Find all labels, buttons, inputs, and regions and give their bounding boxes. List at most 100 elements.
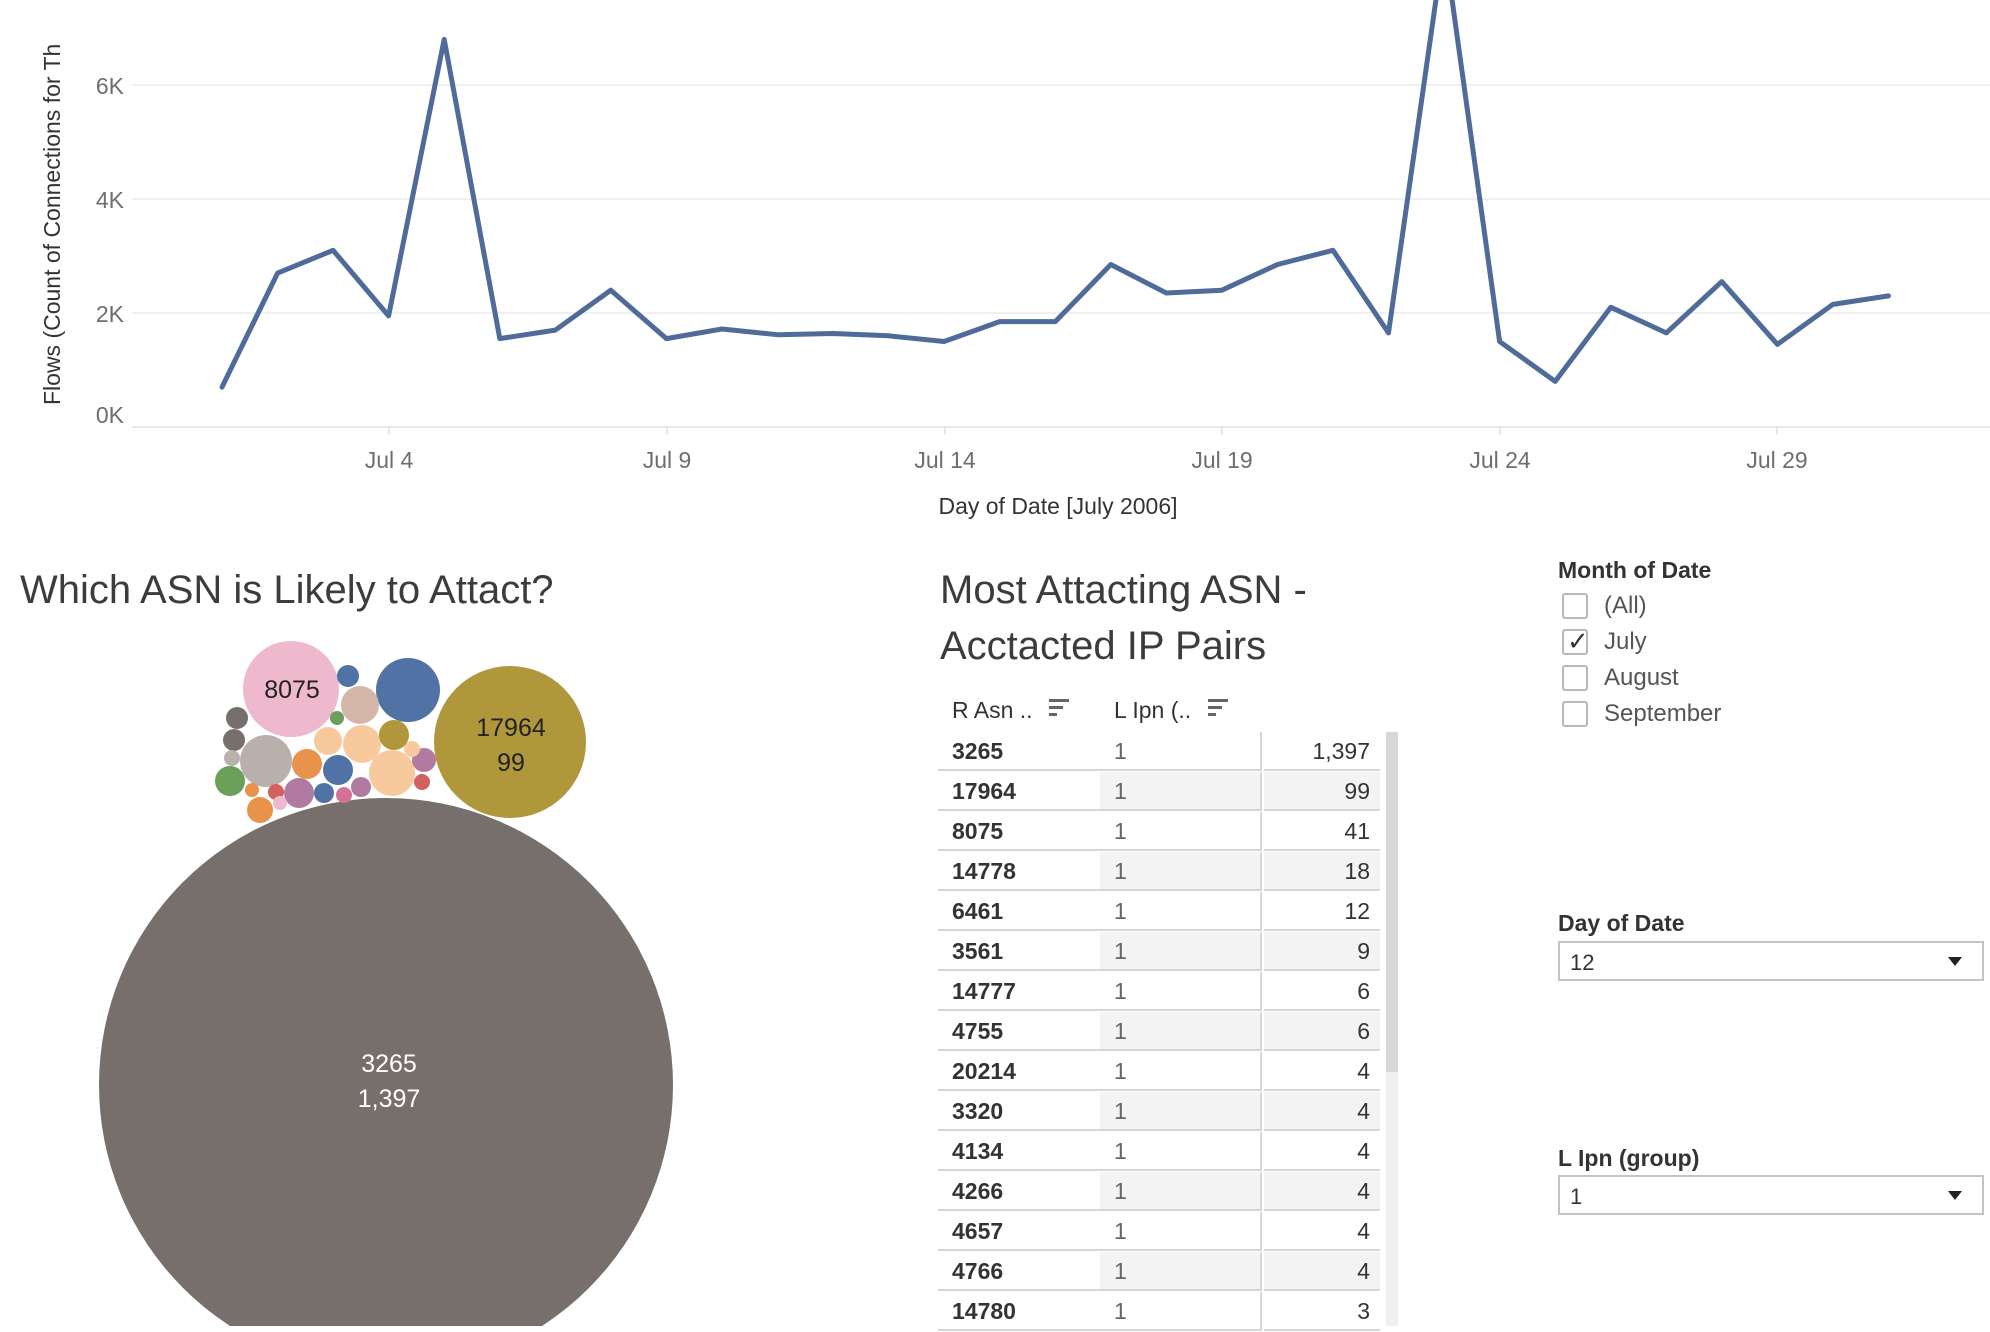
cell-r-asn: 8075: [938, 812, 1100, 851]
data-point[interactable]: [1329, 246, 1337, 254]
data-point[interactable]: [718, 325, 726, 333]
table-row[interactable]: 4657 1 4: [938, 1212, 1380, 1252]
data-point[interactable]: [274, 269, 282, 277]
bubble-small[interactable]: [336, 787, 352, 803]
data-point[interactable]: [1273, 261, 1281, 269]
table-row[interactable]: 4266 1 4: [938, 1172, 1380, 1212]
checkbox[interactable]: [1562, 665, 1588, 691]
data-point[interactable]: [496, 335, 504, 343]
table-row[interactable]: 3320 1 4: [938, 1092, 1380, 1132]
table-row[interactable]: 3561 1 9: [938, 932, 1380, 972]
bubble-small[interactable]: [343, 725, 381, 763]
data-point[interactable]: [218, 383, 226, 391]
data-point[interactable]: [996, 318, 1004, 326]
table-row[interactable]: 14780 1 3: [938, 1292, 1380, 1332]
bubble-small[interactable]: [404, 741, 420, 757]
data-point[interactable]: [1885, 292, 1893, 300]
column-header-l-ipn[interactable]: L Ipn (..: [1114, 697, 1228, 724]
y-axis-title: Flows (Count of Connections for Th: [39, 44, 65, 405]
l-ipn-group-dropdown[interactable]: 1: [1558, 1175, 1984, 1215]
data-point[interactable]: [662, 335, 670, 343]
data-point[interactable]: [385, 312, 393, 320]
cell-r-asn: 4755: [938, 1012, 1100, 1051]
table-scrollbar-thumb[interactable]: [1386, 732, 1398, 1072]
bubble-small[interactable]: [414, 774, 430, 790]
data-point[interactable]: [607, 286, 615, 294]
bubble-small[interactable]: [247, 797, 273, 823]
table-row[interactable]: 3265 1 1,397: [938, 732, 1380, 772]
data-point[interactable]: [1385, 329, 1393, 337]
bubble-small[interactable]: [379, 720, 409, 750]
checkbox[interactable]: ✓: [1562, 626, 1589, 656]
bubble-small[interactable]: [215, 766, 245, 796]
bubble-label-asn: 3265: [361, 1050, 417, 1078]
bubble-small[interactable]: [330, 711, 344, 725]
bubble-small[interactable]: [240, 735, 292, 787]
bubble-label-asn: 8075: [264, 676, 320, 704]
table-row[interactable]: 17964 1 99: [938, 772, 1380, 812]
series-line-flows[interactable]: [219, 0, 1891, 390]
bubble-small[interactable]: [223, 729, 245, 751]
bubble-small[interactable]: [314, 727, 342, 755]
bubble-small[interactable]: [351, 777, 371, 797]
checkbox[interactable]: [1562, 701, 1588, 727]
table-row[interactable]: 4766 1 4: [938, 1252, 1380, 1292]
bubble-small[interactable]: [314, 783, 334, 803]
table-row[interactable]: 14777 1 6: [938, 972, 1380, 1012]
data-point[interactable]: [1162, 289, 1170, 297]
sort-icon[interactable]: [1048, 698, 1069, 717]
table-title-line1: Most Attacting ASN -: [940, 568, 1307, 612]
data-point[interactable]: [1773, 340, 1781, 348]
bubble-small[interactable]: [292, 749, 322, 779]
cell-r-asn: 4657: [938, 1212, 1100, 1251]
cell-l-ipn: 1: [1100, 1132, 1262, 1171]
bubble-small[interactable]: [273, 796, 287, 810]
table-row[interactable]: 6461 1 12: [938, 892, 1380, 932]
bubble-asn-17964[interactable]: [434, 666, 586, 818]
data-point[interactable]: [1662, 329, 1670, 337]
x-tick-label: Jul 29: [1746, 447, 1807, 473]
y-tick-label: 4K: [96, 187, 125, 213]
bubble-small[interactable]: [376, 658, 440, 722]
table-row[interactable]: 4134 1 4: [938, 1132, 1380, 1172]
bubble-small[interactable]: [337, 665, 359, 687]
data-point[interactable]: [551, 326, 559, 334]
data-point[interactable]: [1607, 303, 1615, 311]
gridlines: [132, 84, 1990, 428]
column-header-r-asn[interactable]: R Asn ..: [952, 697, 1069, 724]
checkbox[interactable]: [1562, 593, 1588, 619]
data-point[interactable]: [440, 35, 448, 43]
x-axis-title: Day of Date [July 2006]: [938, 493, 1177, 519]
table-row[interactable]: 20214 1 4: [938, 1052, 1380, 1092]
data-point[interactable]: [1496, 338, 1504, 346]
data-point[interactable]: [885, 332, 893, 340]
bubble-small[interactable]: [245, 783, 259, 797]
data-point[interactable]: [1718, 278, 1726, 286]
bubble-small[interactable]: [284, 778, 314, 808]
data-point[interactable]: [1218, 286, 1226, 294]
data-point[interactable]: [1829, 300, 1837, 308]
table-row[interactable]: 4755 1 6: [938, 1012, 1380, 1052]
day-of-date-dropdown[interactable]: 12: [1558, 941, 1984, 981]
bubble-small[interactable]: [226, 707, 248, 729]
table-row[interactable]: 8075 1 41: [938, 812, 1380, 852]
data-point[interactable]: [829, 330, 837, 338]
cell-count: 4: [1264, 1132, 1380, 1171]
month-filter-title: Month of Date: [1558, 557, 1712, 583]
bubble-small[interactable]: [341, 686, 379, 724]
data-point[interactable]: [1051, 318, 1059, 326]
table-row[interactable]: 14778 1 18: [938, 852, 1380, 892]
sort-icon[interactable]: [1207, 698, 1228, 717]
data-point[interactable]: [940, 338, 948, 346]
cell-l-ipn: 1: [1100, 772, 1262, 811]
data-point[interactable]: [774, 331, 782, 339]
bubble-small[interactable]: [224, 750, 240, 766]
data-point[interactable]: [1107, 261, 1115, 269]
cell-count: 9: [1264, 932, 1380, 971]
bubble-small[interactable]: [323, 755, 353, 785]
bubble-label-value: 1,397: [358, 1085, 421, 1113]
data-point[interactable]: [329, 246, 337, 254]
cell-l-ipn: 1: [1100, 1092, 1262, 1131]
cell-r-asn: 4134: [938, 1132, 1100, 1171]
data-point[interactable]: [1551, 377, 1559, 385]
